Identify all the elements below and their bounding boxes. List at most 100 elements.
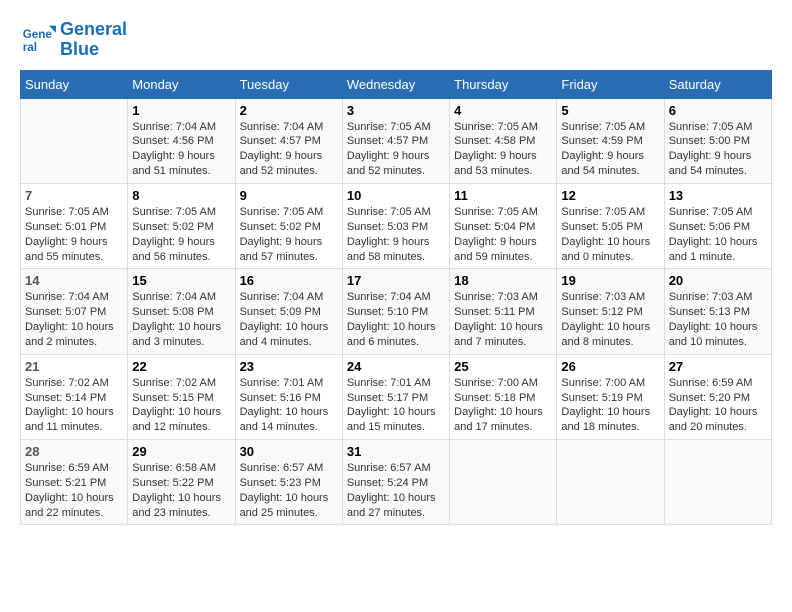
calendar-cell: 27 Sunrise: 6:59 AMSunset: 5:20 PMDayligh…: [664, 354, 771, 439]
cell-info: Sunrise: 7:04 AMSunset: 5:07 PMDaylight:…: [25, 290, 123, 349]
day-number: 18: [454, 273, 552, 288]
day-number: 8: [132, 188, 230, 203]
cell-info: Sunrise: 7:05 AMSunset: 4:57 PMDaylight:…: [347, 120, 445, 179]
cell-info: Sunrise: 7:03 AMSunset: 5:13 PMDaylight:…: [669, 290, 767, 349]
calendar-cell: 29 Sunrise: 6:58 AMSunset: 5:22 PMDayligh…: [128, 440, 235, 525]
calendar-cell: 1 Sunrise: 7:04 AMSunset: 4:56 PMDaylight…: [128, 98, 235, 183]
cell-info: Sunrise: 7:04 AMSunset: 4:56 PMDaylight:…: [132, 120, 230, 179]
calendar-cell: 30 Sunrise: 6:57 AMSunset: 5:23 PMDayligh…: [235, 440, 342, 525]
day-number: 17: [347, 273, 445, 288]
cell-info: Sunrise: 6:59 AMSunset: 5:21 PMDaylight:…: [25, 461, 123, 520]
page-header: Gene ral GeneralBlue: [20, 20, 772, 60]
calendar-cell: 18 Sunrise: 7:03 AMSunset: 5:11 PMDayligh…: [450, 269, 557, 354]
calendar-header-row: SundayMondayTuesdayWednesdayThursdayFrid…: [21, 70, 772, 98]
calendar-cell: 19 Sunrise: 7:03 AMSunset: 5:12 PMDayligh…: [557, 269, 664, 354]
cell-info: Sunrise: 7:04 AMSunset: 5:10 PMDaylight:…: [347, 290, 445, 349]
calendar-cell: 9Sunrise: 7:05 AMSunset: 5:02 PMDaylight…: [235, 183, 342, 268]
col-header-wednesday: Wednesday: [342, 70, 449, 98]
logo-icon: Gene ral: [20, 22, 56, 58]
day-number: 1: [132, 103, 230, 118]
calendar-cell: 5 Sunrise: 7:05 AMSunset: 4:59 PMDaylight…: [557, 98, 664, 183]
day-number: 26: [561, 359, 659, 374]
cell-info: Sunrise: 7:05 AMSunset: 5:00 PMDaylight:…: [669, 120, 767, 179]
col-header-thursday: Thursday: [450, 70, 557, 98]
day-number: 7: [25, 188, 123, 203]
day-number: 3: [347, 103, 445, 118]
cell-info: Sunrise: 7:02 AMSunset: 5:14 PMDaylight:…: [25, 376, 123, 435]
col-header-sunday: Sunday: [21, 70, 128, 98]
calendar-cell: 13 Sunrise: 7:05 AMSunset: 5:06 PMDayligh…: [664, 183, 771, 268]
calendar-cell: [664, 440, 771, 525]
cell-info: Sunrise: 6:59 AMSunset: 5:20 PMDaylight:…: [669, 376, 767, 435]
day-number: 11: [454, 188, 552, 203]
cell-info: Sunrise: 7:05 AMSunset: 4:58 PMDaylight:…: [454, 120, 552, 179]
cell-info: Sunrise: 7:04 AMSunset: 5:08 PMDaylight:…: [132, 290, 230, 349]
calendar-cell: 7 Sunrise: 7:05 AMSunset: 5:01 PMDaylight…: [21, 183, 128, 268]
calendar-cell: 4 Sunrise: 7:05 AMSunset: 4:58 PMDaylight…: [450, 98, 557, 183]
col-header-tuesday: Tuesday: [235, 70, 342, 98]
calendar-cell: 6 Sunrise: 7:05 AMSunset: 5:00 PMDaylight…: [664, 98, 771, 183]
day-number: 22: [132, 359, 230, 374]
day-number: 13: [669, 188, 767, 203]
day-number: 29: [132, 444, 230, 459]
day-number: 15: [132, 273, 230, 288]
cell-info: Sunrise: 7:05 AMSunset: 4:59 PMDaylight:…: [561, 120, 659, 179]
calendar-cell: 25Sunrise: 7:00 AMSunset: 5:18 PMDayligh…: [450, 354, 557, 439]
calendar-cell: 28 Sunrise: 6:59 AMSunset: 5:21 PMDayligh…: [21, 440, 128, 525]
day-number: 10: [347, 188, 445, 203]
cell-info: Sunrise: 7:03 AMSunset: 5:12 PMDaylight:…: [561, 290, 659, 349]
calendar-cell: 21 Sunrise: 7:02 AMSunset: 5:14 PMDayligh…: [21, 354, 128, 439]
day-number: 5: [561, 103, 659, 118]
svg-text:ral: ral: [23, 41, 37, 54]
calendar-cell: 3 Sunrise: 7:05 AMSunset: 4:57 PMDaylight…: [342, 98, 449, 183]
cell-info: Sunrise: 7:03 AMSunset: 5:11 PMDaylight:…: [454, 290, 552, 349]
day-number: 19: [561, 273, 659, 288]
calendar-cell: 15 Sunrise: 7:04 AMSunset: 5:08 PMDayligh…: [128, 269, 235, 354]
calendar-cell: 11 Sunrise: 7:05 AMSunset: 5:04 PMDayligh…: [450, 183, 557, 268]
calendar-cell: 20 Sunrise: 7:03 AMSunset: 5:13 PMDayligh…: [664, 269, 771, 354]
week-row-4: 21 Sunrise: 7:02 AMSunset: 5:14 PMDayligh…: [21, 354, 772, 439]
day-number: 4: [454, 103, 552, 118]
week-row-5: 28 Sunrise: 6:59 AMSunset: 5:21 PMDayligh…: [21, 440, 772, 525]
day-number: 30: [240, 444, 338, 459]
day-number: 12: [561, 188, 659, 203]
cell-info: Sunrise: 7:05 AMSunset: 5:04 PMDaylight:…: [454, 205, 552, 264]
logo-text: GeneralBlue: [60, 20, 127, 60]
day-number: 14: [25, 273, 123, 288]
day-number: 28: [25, 444, 123, 459]
cell-info: Sunrise: 7:05 AMSunset: 5:01 PMDaylight:…: [25, 205, 123, 264]
calendar-cell: 16 Sunrise: 7:04 AMSunset: 5:09 PMDayligh…: [235, 269, 342, 354]
cell-info: Sunrise: 6:57 AMSunset: 5:24 PMDaylight:…: [347, 461, 445, 520]
cell-info: Sunrise: 7:00 AMSunset: 5:18 PMDaylight:…: [454, 376, 552, 435]
cell-info: Sunrise: 7:01 AMSunset: 5:16 PMDaylight:…: [240, 376, 338, 435]
week-row-2: 7 Sunrise: 7:05 AMSunset: 5:01 PMDaylight…: [21, 183, 772, 268]
day-number: 27: [669, 359, 767, 374]
day-number: 20: [669, 273, 767, 288]
calendar-cell: 14 Sunrise: 7:04 AMSunset: 5:07 PMDayligh…: [21, 269, 128, 354]
svg-text:Gene: Gene: [23, 28, 53, 41]
calendar-cell: [557, 440, 664, 525]
cell-info: Sunrise: 7:05 AMSunset: 5:03 PMDaylight:…: [347, 205, 445, 264]
week-row-3: 14 Sunrise: 7:04 AMSunset: 5:07 PMDayligh…: [21, 269, 772, 354]
logo: Gene ral GeneralBlue: [20, 20, 127, 60]
week-row-1: 1 Sunrise: 7:04 AMSunset: 4:56 PMDaylight…: [21, 98, 772, 183]
cell-info: Sunrise: 7:04 AMSunset: 4:57 PMDaylight:…: [240, 120, 338, 179]
cell-info: Sunrise: 7:04 AMSunset: 5:09 PMDaylight:…: [240, 290, 338, 349]
day-number: 6: [669, 103, 767, 118]
calendar-cell: 23 Sunrise: 7:01 AMSunset: 5:16 PMDayligh…: [235, 354, 342, 439]
day-number: 2: [240, 103, 338, 118]
calendar-cell: 17 Sunrise: 7:04 AMSunset: 5:10 PMDayligh…: [342, 269, 449, 354]
col-header-monday: Monday: [128, 70, 235, 98]
day-number: 21: [25, 359, 123, 374]
cell-info: Sunrise: 6:58 AMSunset: 5:22 PMDaylight:…: [132, 461, 230, 520]
col-header-friday: Friday: [557, 70, 664, 98]
cell-info: Sunrise: 7:05 AMSunset: 5:06 PMDaylight:…: [669, 205, 767, 264]
calendar-cell: 31Sunrise: 6:57 AMSunset: 5:24 PMDayligh…: [342, 440, 449, 525]
col-header-saturday: Saturday: [664, 70, 771, 98]
day-number: 16: [240, 273, 338, 288]
calendar-cell: 24Sunrise: 7:01 AMSunset: 5:17 PMDayligh…: [342, 354, 449, 439]
cell-info: Sunrise: 6:57 AMSunset: 5:23 PMDaylight:…: [240, 461, 338, 520]
day-number: 23: [240, 359, 338, 374]
calendar-cell: 12Sunrise: 7:05 AMSunset: 5:05 PMDayligh…: [557, 183, 664, 268]
cell-info: Sunrise: 7:00 AMSunset: 5:19 PMDaylight:…: [561, 376, 659, 435]
